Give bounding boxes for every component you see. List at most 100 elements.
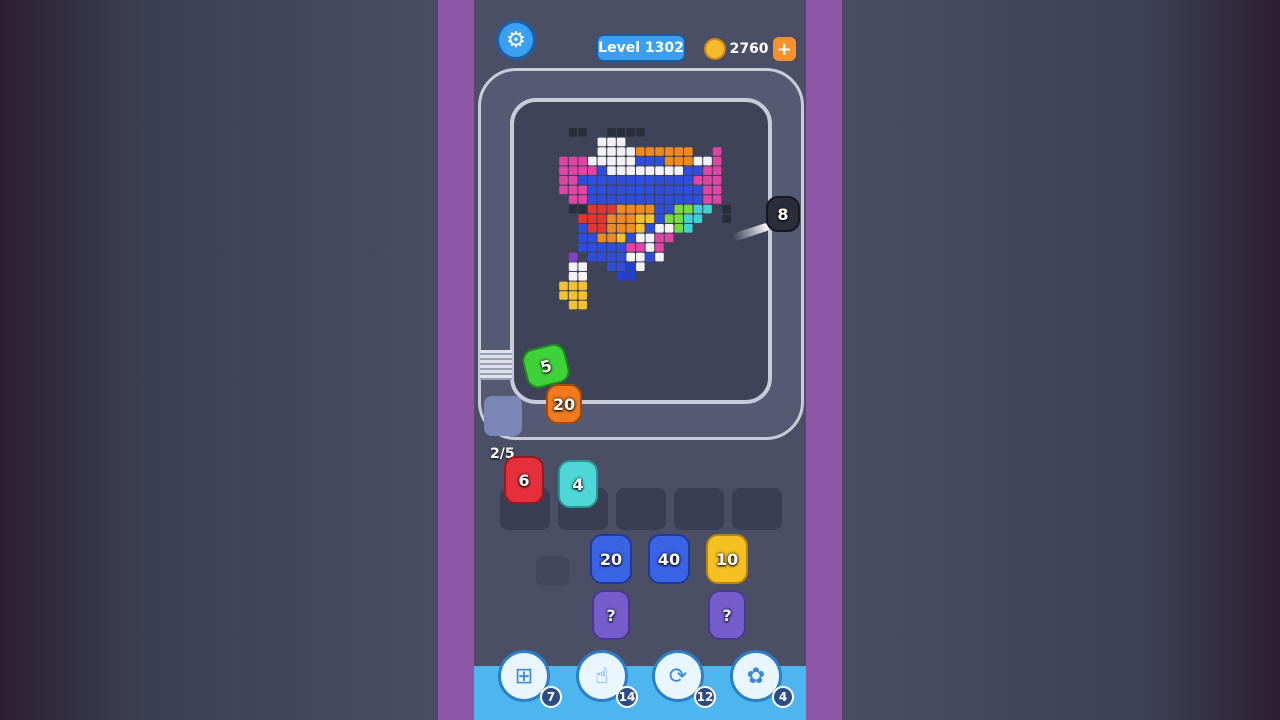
pixel-block	[607, 262, 616, 271]
pixel-block	[616, 262, 626, 271]
pixel-block	[655, 156, 664, 166]
pixel-block	[674, 204, 683, 214]
pixel-block	[588, 176, 597, 185]
pixel-block	[626, 128, 635, 137]
shooter-count: 6	[518, 470, 530, 490]
pixel-block	[674, 195, 683, 204]
pixel-block	[693, 166, 703, 175]
pixel-block	[578, 195, 587, 204]
pixel-block	[655, 166, 664, 175]
pixel-block	[597, 233, 607, 243]
pixel-block	[559, 166, 568, 175]
pixel-block	[568, 156, 578, 166]
pixel-block	[578, 224, 587, 233]
pixel-block	[636, 176, 645, 185]
pixel-block	[568, 281, 578, 291]
pixel-block	[645, 204, 655, 214]
slot-shooter-red[interactable]: 6	[504, 456, 544, 504]
pixel-block	[712, 156, 722, 166]
pixel-block	[645, 166, 655, 175]
pixel-block	[568, 176, 578, 185]
pixel-block	[626, 252, 635, 262]
reserve-shooter-yellow-10[interactable]: 10	[706, 534, 748, 584]
pixel-block	[607, 176, 616, 185]
reserve-shooter-blue-40[interactable]: 40	[648, 534, 690, 584]
slot-shooter-cyan[interactable]: 4	[558, 460, 598, 508]
pixel-block	[626, 224, 635, 233]
pixel-block	[703, 166, 712, 175]
pixel-block	[664, 185, 674, 195]
pixel-block	[645, 176, 655, 185]
shooter-count: 10	[715, 549, 739, 569]
pixel-block	[616, 204, 626, 214]
pixel-block	[626, 185, 635, 195]
holding-slot-5[interactable]	[732, 488, 782, 530]
pixel-block	[626, 214, 635, 223]
pixel-block	[616, 243, 626, 252]
pixel-block	[674, 224, 683, 233]
pixel-block	[578, 272, 587, 281]
pixel-block	[607, 147, 616, 156]
pixel-block	[684, 147, 693, 156]
pixel-block	[568, 262, 578, 271]
pixel-block	[588, 252, 597, 262]
pixel-block	[568, 185, 578, 195]
holding-slot-3[interactable]	[616, 488, 666, 530]
powerup-count: 7	[540, 686, 562, 708]
pixel-block	[636, 262, 645, 271]
pixel-block	[712, 195, 722, 204]
pixel-block	[607, 185, 616, 195]
pixel-block	[684, 195, 693, 204]
pixel-block	[597, 195, 607, 204]
pixel-block	[655, 185, 664, 195]
shooter-on-belt: 8	[766, 196, 800, 232]
pixel-block	[616, 147, 626, 156]
belt-entry-dock	[480, 350, 522, 440]
pixel-block	[655, 204, 664, 214]
pixel-block	[607, 137, 616, 147]
pixel-block	[578, 243, 587, 252]
pixel-block	[616, 214, 626, 223]
pixel-block	[674, 176, 683, 185]
belt-gate	[480, 350, 512, 380]
pixel-block	[616, 252, 626, 262]
pixel-block	[655, 214, 664, 223]
pixel-block	[607, 233, 616, 243]
shooter-count: 4	[572, 474, 584, 494]
reserve-shooter-blue-20[interactable]: 20	[590, 534, 632, 584]
pixel-block	[655, 176, 664, 185]
waiting-shooter-orange[interactable]: 20	[546, 384, 582, 424]
pixel-block	[693, 195, 703, 204]
pixel-block	[655, 224, 664, 233]
pixel-block	[636, 243, 645, 252]
pixel-block	[712, 185, 722, 195]
pixel-block	[664, 147, 674, 156]
pixel-block	[597, 166, 607, 175]
pixel-block	[568, 300, 578, 310]
pixel-block	[616, 224, 626, 233]
bunny-helper-icon: ✿	[746, 663, 766, 689]
pixel-block	[626, 176, 635, 185]
pixel-block	[616, 137, 626, 147]
pixel-block	[703, 185, 712, 195]
shooter-count: 20	[552, 394, 576, 414]
pixel-block	[674, 147, 683, 156]
pixel-block	[559, 156, 568, 166]
pixel-block	[578, 300, 587, 310]
pixel-block	[597, 214, 607, 223]
pixel-block	[655, 252, 664, 262]
add-slot-icon: ⊞	[514, 663, 534, 689]
pixel-block	[655, 147, 664, 156]
pixel-block	[597, 176, 607, 185]
pixel-block	[578, 176, 587, 185]
pixel-block	[693, 204, 703, 214]
pixel-block	[616, 166, 626, 175]
pixel-block	[616, 156, 626, 166]
pixel-block	[684, 204, 693, 214]
pixel-block	[674, 156, 683, 166]
pixel-block	[645, 252, 655, 262]
pixel-block	[636, 214, 645, 223]
pixel-block	[559, 291, 568, 300]
holding-slot-4[interactable]	[674, 488, 724, 530]
shuffle-icon: ⟳	[668, 663, 688, 689]
